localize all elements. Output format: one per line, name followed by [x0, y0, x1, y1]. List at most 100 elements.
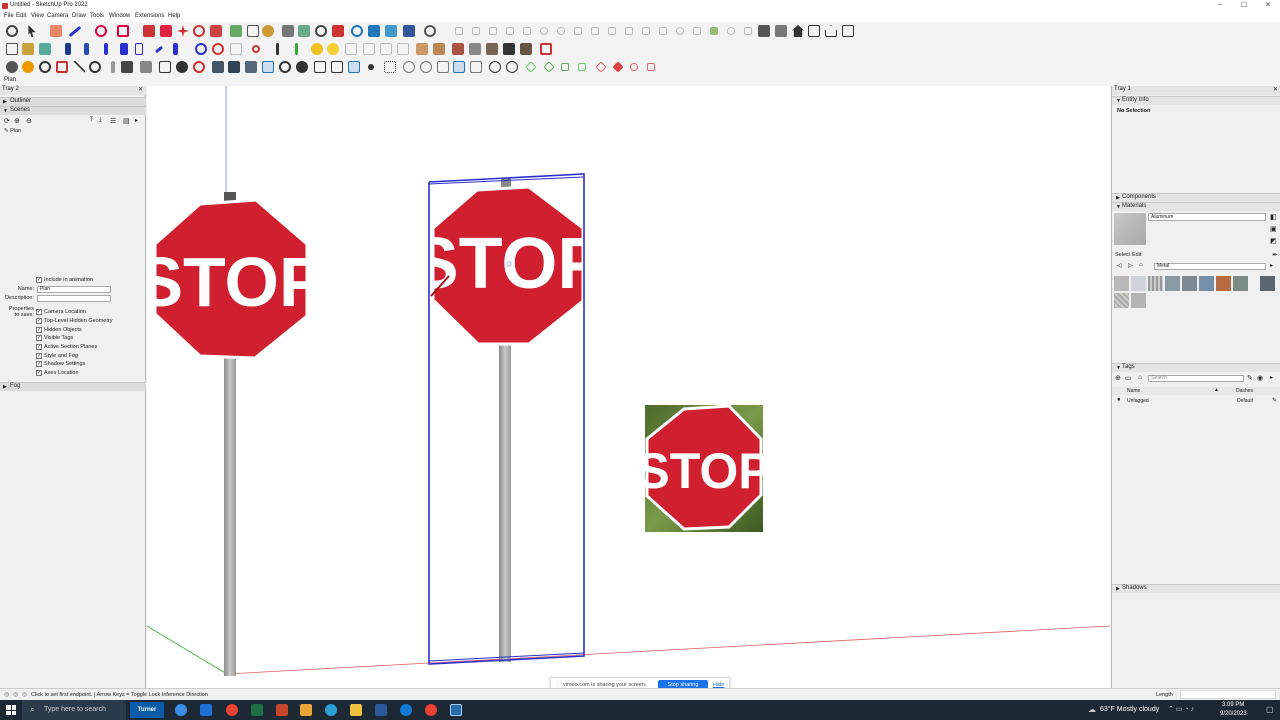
- scene-icon[interactable]: [397, 43, 409, 55]
- redo-icon[interactable]: [212, 43, 224, 55]
- protractor-icon[interactable]: [710, 27, 718, 35]
- front-view-icon[interactable]: [808, 25, 820, 37]
- section-cut-icon[interactable]: [540, 43, 552, 55]
- windows-start-icon[interactable]: [6, 705, 16, 715]
- details-arrow-icon[interactable]: ▸: [1270, 262, 1273, 269]
- solid-split-icon[interactable]: [489, 61, 501, 73]
- zoom-icon[interactable]: [6, 25, 18, 37]
- brush-icon[interactable]: ✎: [1247, 374, 1253, 382]
- property-checkbox[interactable]: ✓: [36, 370, 42, 376]
- property-checkbox[interactable]: ✓: [36, 361, 42, 367]
- date-icon[interactable]: [380, 43, 392, 55]
- paint-icon[interactable]: [295, 43, 298, 55]
- wireframe-icon[interactable]: [452, 43, 464, 55]
- smoove-icon[interactable]: [489, 27, 497, 35]
- left-view-icon[interactable]: [296, 61, 308, 73]
- back-edges-icon[interactable]: [433, 43, 445, 55]
- extension-warehouse-icon[interactable]: [775, 25, 787, 37]
- solid-subtract-icon[interactable]: [453, 61, 465, 73]
- powerpoint-icon[interactable]: [276, 704, 288, 716]
- scenes-panel-icon[interactable]: [647, 63, 655, 71]
- rotate-icon[interactable]: [193, 25, 205, 37]
- print-icon[interactable]: [230, 43, 242, 55]
- shadow-settings-icon[interactable]: [345, 43, 357, 55]
- solid-trim-icon[interactable]: [470, 61, 482, 73]
- menu-file[interactable]: File: [4, 13, 14, 19]
- dimension-icon[interactable]: [247, 25, 259, 37]
- tag-dashes[interactable]: Default: [1237, 398, 1253, 404]
- search-icon[interactable]: [424, 25, 436, 37]
- view-options-icon[interactable]: ☰: [110, 117, 116, 125]
- move-up-icon[interactable]: ⤒: [90, 117, 93, 124]
- create-material-icon[interactable]: ▣: [1270, 225, 1277, 233]
- scene-name-field[interactable]: Plan: [37, 286, 111, 293]
- position-camera-icon[interactable]: [351, 25, 363, 37]
- turner-app-button[interactable]: Turner: [130, 702, 164, 718]
- material-swatch[interactable]: [1182, 276, 1197, 291]
- zoom-tool-icon[interactable]: [39, 61, 51, 73]
- move-icon[interactable]: [177, 25, 189, 37]
- axes-icon[interactable]: [693, 27, 701, 35]
- sandbox-from-contours-icon[interactable]: [455, 27, 463, 35]
- edge-icon[interactable]: [400, 704, 412, 716]
- minimize-button[interactable]: –: [1210, 1, 1230, 11]
- fog-section[interactable]: ▶ Fog: [0, 382, 146, 391]
- pencil-icon[interactable]: [65, 43, 71, 55]
- time-icon[interactable]: [363, 43, 375, 55]
- tags-search-input[interactable]: Search: [1148, 375, 1244, 382]
- text-tool-icon[interactable]: [727, 27, 735, 35]
- entity-info-section[interactable]: ▼ Entity Info: [1112, 96, 1280, 105]
- menu-edit[interactable]: Edit: [16, 13, 26, 19]
- wheel-icon[interactable]: [22, 43, 34, 55]
- menu-camera[interactable]: Camera: [47, 13, 68, 19]
- settings-icon[interactable]: [176, 61, 188, 73]
- sort-icon[interactable]: ▲: [1214, 387, 1219, 393]
- select-icon[interactable]: [28, 25, 36, 37]
- arc-2pt-icon[interactable]: [574, 27, 582, 35]
- generate-report-icon[interactable]: [506, 61, 518, 73]
- stop-sign-left[interactable]: STOP: [147, 192, 326, 676]
- tags-dashes-column[interactable]: Dashes: [1236, 388, 1253, 394]
- sun-icon[interactable]: [311, 43, 323, 55]
- material-swatch[interactable]: [1148, 276, 1163, 291]
- edge-legacy-icon[interactable]: [325, 704, 337, 716]
- close-icon[interactable]: ✕: [138, 86, 143, 93]
- thumbnails-icon[interactable]: ▤: [123, 117, 130, 125]
- include-animation-checkbox[interactable]: ✓: [36, 277, 42, 283]
- eye-icon[interactable]: ●: [1117, 397, 1121, 403]
- property-checkbox[interactable]: ✓: [36, 353, 42, 359]
- remove-scene-icon[interactable]: ⊖: [26, 117, 32, 125]
- details-arrow-icon[interactable]: ▸: [1270, 374, 1273, 381]
- pencil-icon[interactable]: ✎: [1272, 397, 1277, 404]
- cancel-icon[interactable]: [193, 61, 205, 73]
- push-pull-icon[interactable]: [143, 25, 155, 37]
- refresh-icon[interactable]: ⟳: [4, 117, 10, 125]
- flip-edge-icon[interactable]: [557, 27, 565, 35]
- select-tab[interactable]: Select: [1115, 252, 1130, 258]
- folder-icon[interactable]: [159, 61, 171, 73]
- 3d-text-icon[interactable]: [744, 27, 752, 35]
- follow-me-icon[interactable]: [160, 25, 172, 37]
- display-secondary-icon[interactable]: ◧: [1270, 213, 1277, 221]
- material-swatch[interactable]: [1216, 276, 1231, 291]
- guide-icon[interactable]: [384, 61, 396, 73]
- home-view-icon[interactable]: [792, 25, 804, 37]
- polygon-icon[interactable]: [659, 27, 667, 35]
- add-scene-icon[interactable]: ⊕: [14, 117, 20, 125]
- add-folder-icon[interactable]: ▭: [1125, 374, 1132, 382]
- firefox-icon[interactable]: [300, 704, 312, 716]
- tag-tool-icon[interactable]: ⌂: [1138, 374, 1142, 381]
- shaded-textures-icon[interactable]: [503, 43, 515, 55]
- outliner-section[interactable]: ▶ Outliner: [0, 97, 146, 106]
- xray-icon[interactable]: [416, 43, 428, 55]
- model-canvas[interactable]: STOP STOP STOP: [147, 86, 1110, 688]
- zoom-window-icon[interactable]: [315, 25, 327, 37]
- measurement-box[interactable]: [1180, 690, 1276, 699]
- solid-union-icon[interactable]: [437, 61, 449, 73]
- classifier-icon[interactable]: [525, 61, 537, 73]
- menu-view[interactable]: View: [31, 13, 44, 19]
- taskbar-search-box[interactable]: ⌕ Type here to search: [22, 700, 126, 720]
- material-swatch[interactable]: [1165, 276, 1180, 291]
- stop-sign-selected[interactable]: STOP: [411, 173, 606, 665]
- pan-icon[interactable]: [298, 25, 310, 37]
